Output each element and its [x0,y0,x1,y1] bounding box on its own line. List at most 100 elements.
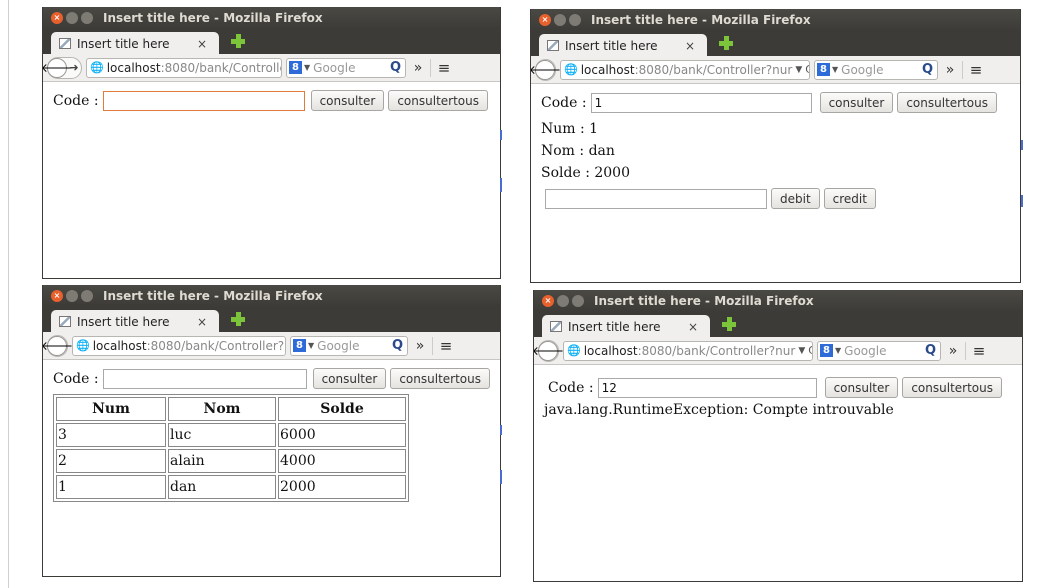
window-title: Insert title here - Mozilla Firefox [591,13,811,27]
consulter-button[interactable]: consulter [310,90,385,111]
search-engine-dropdown-icon[interactable]: ▼ [832,65,838,74]
search-icon[interactable]: Q [925,343,940,358]
minimize-icon[interactable] [557,295,569,307]
close-icon[interactable]: × [51,290,63,302]
reload-icon[interactable]: C [808,344,812,357]
search-bar[interactable]: 8 ▼ Google Q [814,59,938,80]
overflow-chevron-icon[interactable]: » [410,60,426,76]
maximize-icon[interactable] [81,290,93,302]
browser-tab[interactable]: Insert title here × [542,315,710,338]
globe-icon: 🌐 [564,63,578,76]
credit-button[interactable]: credit [823,188,876,209]
titlebar: × Insert title here - Mozilla Firefox [534,290,1022,312]
maximize-icon[interactable] [569,14,581,26]
url-bar[interactable]: 🌐 localhost:8080/bank/Controller?nur ▼C [72,335,286,356]
table-row: 1 dan 2000 [56,475,406,499]
browser-tab[interactable]: Insert title here × [51,310,219,333]
new-tab-icon[interactable] [231,312,245,326]
column-header-num: Num [56,397,166,421]
consulter-button[interactable]: consulter [312,368,387,389]
minimize-icon[interactable] [66,290,78,302]
url-dropdown-icon[interactable]: ▼ [795,346,808,356]
navigation-bar: 🡐 🌐 localhost:8080/bank/Controller?nur ▼… [534,337,1022,365]
url-dropdown-icon[interactable]: ▼ [792,65,805,75]
search-icon[interactable]: Q [392,338,407,353]
search-engine-dropdown-icon[interactable]: ▼ [308,341,314,350]
search-engine-dropdown-icon[interactable]: ▼ [835,346,841,355]
titlebar: × Insert title here - Mozilla Firefox [43,285,500,307]
search-bar[interactable]: 8 ▼ Google Q [817,340,941,361]
google-icon: 8 [289,61,302,74]
num-line: Num : 1 [541,121,599,137]
new-tab-icon[interactable] [722,317,736,331]
table-header-row: Num Nom Solde [56,397,406,421]
titlebar: × Insert title here - Mozilla Firefox [531,9,1020,31]
globe-icon: 🌐 [90,61,104,74]
browser-tab[interactable]: Insert title here × [51,32,219,55]
back-arrow-icon[interactable]: 🡐 [531,59,561,80]
accounts-table: Num Nom Solde 3 luc 6000 2 alain 4000 1 … [53,394,409,502]
search-bar[interactable]: 8 ▼ Google Q [290,335,408,356]
menu-icon[interactable]: ≡ [430,58,453,77]
code-label: Code : [548,379,594,396]
url-bar[interactable]: 🌐 localhost:8080/bank/Controller?nur ▼C [563,340,813,361]
blue-edge-mark [1021,195,1023,207]
close-tab-icon[interactable]: × [688,320,698,334]
reload-icon[interactable]: C [805,63,809,76]
close-tab-icon[interactable]: × [197,37,207,51]
back-arrow-icon[interactable]: 🡐 [43,335,73,356]
code-input[interactable] [102,368,307,389]
code-label: Code : [53,92,99,109]
overflow-chevron-icon[interactable]: » [412,338,428,354]
menu-icon[interactable]: ≡ [962,60,985,79]
cell-solde: 4000 [278,449,406,473]
back-arrow-icon[interactable]: 🡐 [43,57,73,78]
new-tab-icon[interactable] [231,34,245,48]
minimize-icon[interactable] [66,12,78,24]
url-bar[interactable]: 🌐 localhost:8080/bank/Controller?nur ▼C [560,59,810,80]
consultertous-button[interactable]: consultertous [388,90,488,111]
close-tab-icon[interactable]: × [197,315,207,329]
new-tab-icon[interactable] [719,36,733,50]
overflow-chevron-icon[interactable]: » [942,62,958,78]
search-bar[interactable]: 8 ▼ Google Q [286,57,406,78]
consulter-button[interactable]: consulter [819,92,894,113]
blue-edge-mark [500,470,502,484]
overflow-chevron-icon[interactable]: » [945,343,961,359]
close-tab-icon[interactable]: × [685,39,695,53]
page-icon [59,316,71,327]
menu-icon[interactable]: ≡ [965,341,988,360]
minimize-icon[interactable] [554,14,566,26]
browser-tab[interactable]: Insert title here × [539,34,707,57]
maximize-icon[interactable] [572,295,584,307]
page-icon [59,38,71,49]
code-input[interactable]: 12 [597,377,817,398]
consultertous-button[interactable]: consultertous [897,92,997,113]
debit-button[interactable]: debit [771,188,820,209]
close-icon[interactable]: × [542,295,554,307]
search-icon[interactable]: Q [390,60,405,75]
close-icon[interactable]: × [539,14,551,26]
tab-strip: Insert title here × [534,312,1022,338]
code-input[interactable] [102,90,305,111]
consultertous-button[interactable]: consultertous [902,377,1002,398]
code-input[interactable]: 1 [590,92,812,113]
consulter-button[interactable]: consulter [824,377,899,398]
forward-arrow-icon[interactable]: ➜ [67,61,81,74]
search-icon[interactable]: Q [922,62,937,77]
consultertous-button[interactable]: consultertous [390,368,490,389]
search-engine-dropdown-icon[interactable]: ▼ [304,63,310,72]
error-message: java.lang.RuntimeException: Compte intro… [544,402,894,418]
maximize-icon[interactable] [81,12,93,24]
url-host: localhost [92,338,147,353]
blue-edge-mark [500,425,502,435]
menu-icon[interactable]: ≡ [432,336,455,355]
cell-nom: luc [168,423,276,447]
cell-nom: alain [168,449,276,473]
url-bar[interactable]: 🌐 localhost:8080/bank/Controller ▼C [86,57,282,78]
back-arrow-icon[interactable]: 🡐 [534,340,564,361]
blue-edge-mark [1021,140,1023,150]
close-icon[interactable]: × [51,12,63,24]
search-placeholder: Google [841,62,884,77]
amount-input[interactable] [545,188,767,209]
